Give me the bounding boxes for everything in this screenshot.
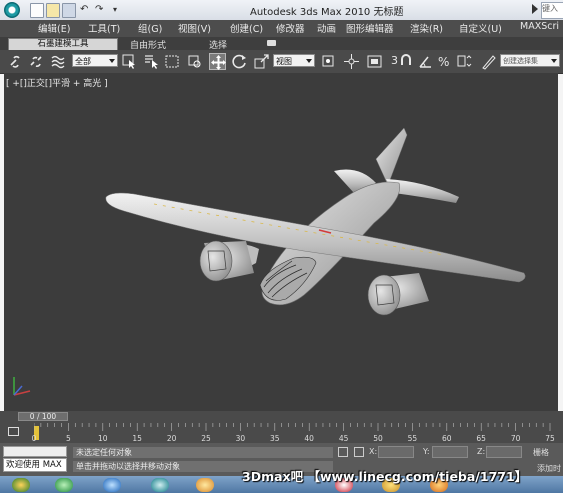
frame-tick-label: 40 bbox=[304, 434, 314, 443]
snaps-toggle-icon[interactable] bbox=[398, 53, 415, 70]
tab-label: 石墨建模工具 bbox=[37, 39, 89, 49]
frame-tick-label: 50 bbox=[373, 434, 383, 443]
perspective-viewport[interactable] bbox=[4, 73, 558, 411]
pivot-center-icon[interactable] bbox=[320, 53, 337, 70]
select-and-move-icon[interactable] bbox=[209, 53, 226, 70]
z-coordinate-field[interactable] bbox=[486, 446, 522, 458]
menu-group[interactable]: 组(G) bbox=[138, 21, 162, 35]
maxscript-listener-input[interactable] bbox=[3, 446, 67, 457]
time-slider[interactable] bbox=[0, 411, 563, 422]
window-title: Autodesk 3ds Max 2010 无标题 bbox=[250, 7, 404, 18]
z-label: Z: bbox=[477, 447, 486, 456]
time-slider-thumb[interactable]: 0 / 100 bbox=[18, 412, 68, 421]
link-icon[interactable] bbox=[8, 53, 25, 70]
frame-tick-label: 30 bbox=[235, 434, 246, 443]
frame-tick-label: 0 bbox=[31, 434, 37, 443]
app-task-icon[interactable] bbox=[196, 478, 214, 492]
select-by-name-icon[interactable] bbox=[143, 53, 160, 70]
welcome-message: 欢迎使用 MAX bbox=[3, 458, 67, 472]
menu-graph-editors[interactable]: 图形编辑器 bbox=[346, 21, 394, 35]
y-label: Y: bbox=[423, 447, 430, 456]
frame-tick-label: 5 bbox=[66, 434, 71, 443]
frame-tick-label: 65 bbox=[476, 434, 486, 443]
watermark-text: 3Dmax吧 【www.linecg.com/tieba/1771】 bbox=[242, 469, 528, 484]
select-object-icon[interactable] bbox=[121, 53, 138, 70]
rectangular-selection-icon[interactable] bbox=[164, 53, 181, 70]
bind-spacewarp-icon[interactable] bbox=[50, 53, 67, 70]
ribbon-minimize-icon[interactable] bbox=[267, 40, 276, 46]
frame-tick-label: 45 bbox=[338, 434, 349, 443]
frame-tick-label: 55 bbox=[407, 434, 418, 443]
selection-filter-select[interactable]: 全部 bbox=[72, 54, 118, 67]
edit-named-selection-icon[interactable] bbox=[480, 53, 497, 70]
mini-curve-editor-icon[interactable] bbox=[8, 427, 19, 436]
frame-tick-label: 25 bbox=[201, 434, 211, 443]
frame-tick-label: 75 bbox=[545, 434, 555, 443]
frame-tick-label: 20 bbox=[166, 434, 177, 443]
transform-mode-icon[interactable] bbox=[354, 447, 364, 457]
named-selection-sets-select[interactable]: 创建选择集 bbox=[500, 54, 560, 67]
viewport-label[interactable]: [ +[]正交[]平滑 + 高光 ] bbox=[6, 76, 108, 89]
quick-access-dropdown-icon[interactable]: ▾ bbox=[113, 5, 117, 14]
y-coordinate-field[interactable] bbox=[432, 446, 468, 458]
start-button-icon[interactable] bbox=[12, 478, 30, 492]
undo-icon[interactable]: ↶ bbox=[80, 4, 88, 15]
select-and-scale-icon[interactable] bbox=[253, 53, 270, 70]
frame-tick-label: 60 bbox=[442, 434, 452, 443]
snaps-toggle[interactable]: 3 bbox=[391, 54, 398, 67]
3dsmax-task-icon[interactable] bbox=[151, 478, 169, 492]
manipulate-icon[interactable] bbox=[343, 53, 360, 70]
keyboard-shortcut-icon[interactable] bbox=[366, 53, 383, 70]
axis-tripod-icon bbox=[13, 377, 31, 396]
x-label: X: bbox=[369, 447, 378, 456]
redo-icon[interactable]: ↷ bbox=[95, 4, 103, 15]
browser-icon[interactable] bbox=[55, 478, 73, 492]
selection-status: 未选定任何对象 bbox=[73, 447, 333, 458]
menu-maxscript[interactable]: MAXScri bbox=[520, 21, 559, 32]
menu-tools[interactable]: 工具(T) bbox=[88, 21, 120, 35]
menu-create[interactable]: 创建(C) bbox=[230, 21, 263, 35]
save-icon[interactable] bbox=[62, 3, 76, 18]
spinner-snap-icon[interactable] bbox=[455, 53, 472, 70]
menu-rendering[interactable]: 渲染(R) bbox=[410, 21, 443, 35]
menu-view[interactable]: 视图(V) bbox=[178, 21, 211, 35]
frame-tick-label: 70 bbox=[510, 434, 521, 443]
window-crossing-icon[interactable] bbox=[186, 53, 203, 70]
frame-tick-label: 35 bbox=[270, 434, 280, 443]
unlink-icon[interactable] bbox=[28, 53, 45, 70]
lock-icon[interactable] bbox=[338, 447, 348, 457]
angle-snap-icon[interactable] bbox=[417, 53, 434, 70]
add-time-tag[interactable]: 添加时 bbox=[537, 463, 561, 474]
airplane-model[interactable] bbox=[4, 73, 558, 411]
play-icon[interactable] bbox=[532, 4, 538, 14]
menu-edit[interactable]: 编辑(E) bbox=[38, 21, 70, 35]
open-file-icon[interactable] bbox=[46, 3, 60, 18]
menu-modifiers[interactable]: 修改器 bbox=[276, 21, 305, 35]
x-coordinate-field[interactable] bbox=[378, 446, 414, 458]
frame-tick-label: 10 bbox=[98, 434, 108, 443]
search-input[interactable]: 键入 bbox=[541, 2, 563, 19]
app-logo-icon[interactable] bbox=[4, 2, 20, 18]
frame-tick-label: 15 bbox=[132, 434, 142, 443]
svg-text:%: % bbox=[438, 55, 449, 69]
menu-animation[interactable]: 动画 bbox=[317, 21, 336, 35]
reference-coordinate-select[interactable]: 视图 bbox=[273, 54, 315, 67]
menu-customize[interactable]: 自定义(U) bbox=[459, 21, 502, 35]
new-file-icon[interactable] bbox=[30, 3, 44, 18]
select-and-rotate-icon[interactable] bbox=[231, 53, 248, 70]
kugou-icon[interactable] bbox=[103, 478, 121, 492]
grid-label: 栅格 bbox=[533, 448, 549, 457]
percent-snap-icon[interactable]: % bbox=[436, 53, 453, 70]
